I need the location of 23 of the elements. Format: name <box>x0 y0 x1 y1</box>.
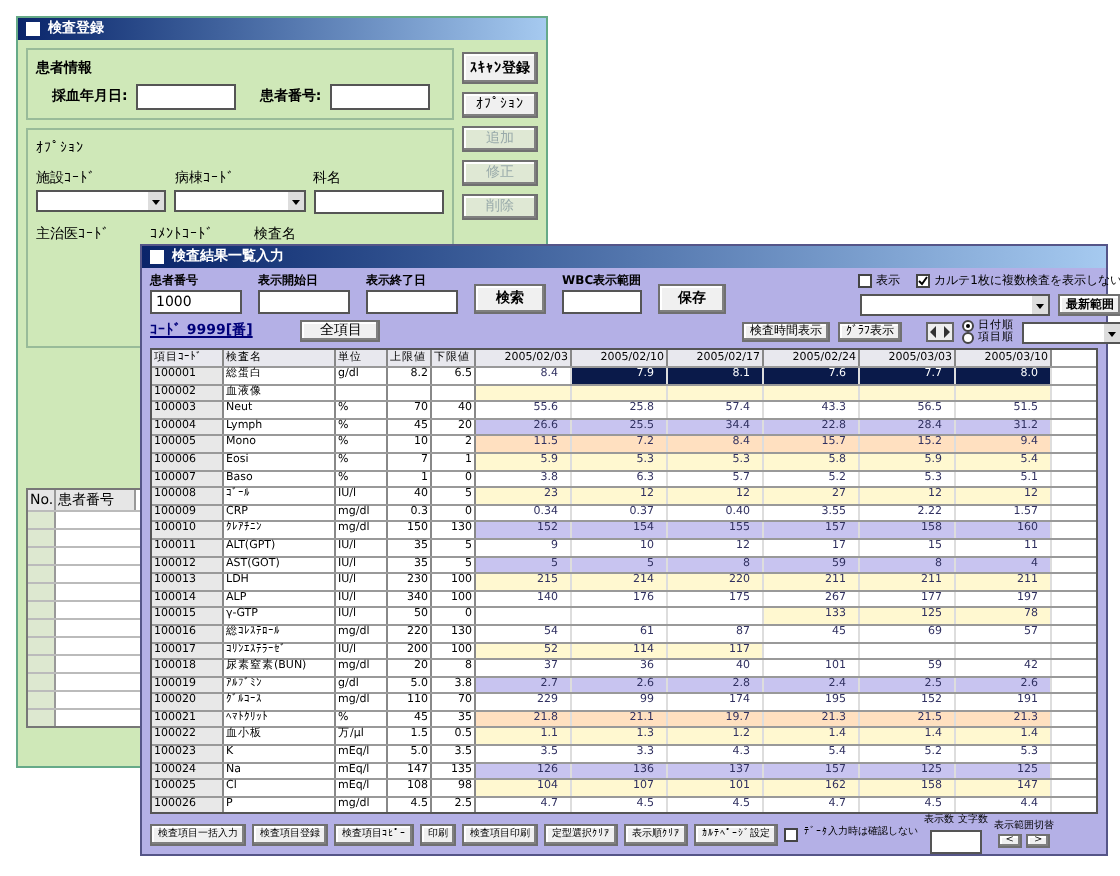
radio-button[interactable] <box>962 332 974 344</box>
input-field[interactable] <box>329 83 430 109</box>
dropdown[interactable] <box>1022 321 1120 343</box>
checkbox[interactable] <box>784 827 798 842</box>
input-field[interactable] <box>258 290 350 314</box>
spin-arrows-icon[interactable] <box>926 322 954 342</box>
input-field[interactable] <box>135 83 236 109</box>
caret-icon <box>1032 296 1048 314</box>
caret-icon <box>1104 323 1120 341</box>
checkbox[interactable] <box>916 274 931 288</box>
caret-icon <box>287 191 304 209</box>
radio-button[interactable] <box>962 320 974 332</box>
checkbox[interactable] <box>858 274 873 288</box>
window-icon <box>26 22 40 36</box>
dropdown[interactable] <box>860 294 1050 316</box>
input-field[interactable] <box>313 189 444 213</box>
input-field[interactable] <box>366 290 458 314</box>
dropdown[interactable] <box>36 189 167 211</box>
input-field[interactable] <box>930 829 982 854</box>
dropdown[interactable] <box>174 189 306 211</box>
window-icon <box>150 250 164 264</box>
caret-icon <box>148 191 165 209</box>
input-field[interactable] <box>562 290 642 314</box>
